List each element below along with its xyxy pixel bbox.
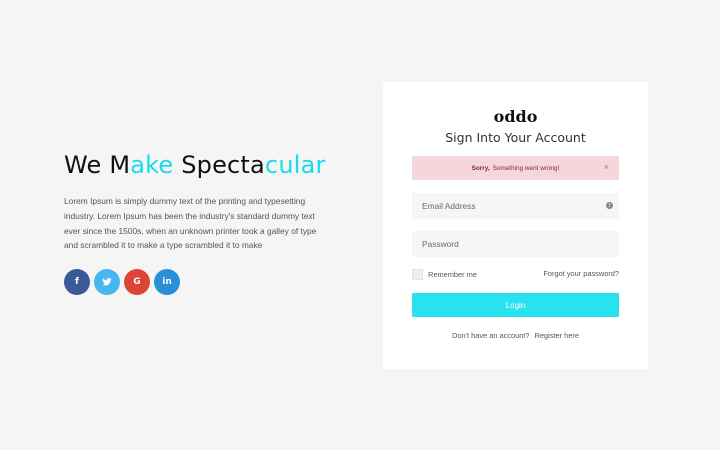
brand-logo: oddo [493, 107, 538, 126]
remember-checkbox[interactable] [412, 269, 423, 280]
remember-label: Remember me [428, 270, 477, 279]
forgot-password-link[interactable]: Forgot your password? [543, 269, 619, 278]
remember-me[interactable]: Remember me [412, 269, 477, 280]
register-row: Don't have an account? Register here [383, 331, 648, 340]
password-field[interactable] [412, 231, 619, 257]
hero-section: We Make Spectacular Lorem Ipsum is simpl… [64, 148, 326, 296]
hero-description: Lorem Ipsum is simply dummy text of the … [64, 196, 317, 251]
register-link[interactable]: Register here [535, 331, 579, 340]
linkedin-button[interactable]: in [154, 269, 180, 296]
facebook-icon: f [75, 277, 79, 288]
twitter-icon [102, 277, 112, 287]
social-links: f G in [64, 269, 326, 296]
google-button[interactable]: G [124, 269, 150, 296]
login-button[interactable]: Login [412, 293, 619, 317]
email-field[interactable] [412, 193, 619, 219]
twitter-button[interactable] [94, 269, 120, 296]
info-icon: ! [606, 202, 613, 209]
facebook-button[interactable]: f [64, 269, 90, 296]
no-account-text: Don't have an account? [452, 331, 530, 340]
alert-strong: Sorry, [471, 164, 490, 172]
linkedin-icon: in [162, 277, 172, 288]
close-icon[interactable]: × [604, 162, 609, 172]
google-icon: G [133, 277, 141, 288]
hero-headline: We Make Spectacular [64, 151, 326, 179]
error-alert: Sorry, Something went wrong! × [412, 156, 619, 180]
login-title: Sign Into Your Account [445, 130, 586, 145]
alert-message: Something went wrong! [492, 164, 560, 172]
login-card: oddo Sign Into Your Account Sorry, Somet… [383, 82, 648, 369]
